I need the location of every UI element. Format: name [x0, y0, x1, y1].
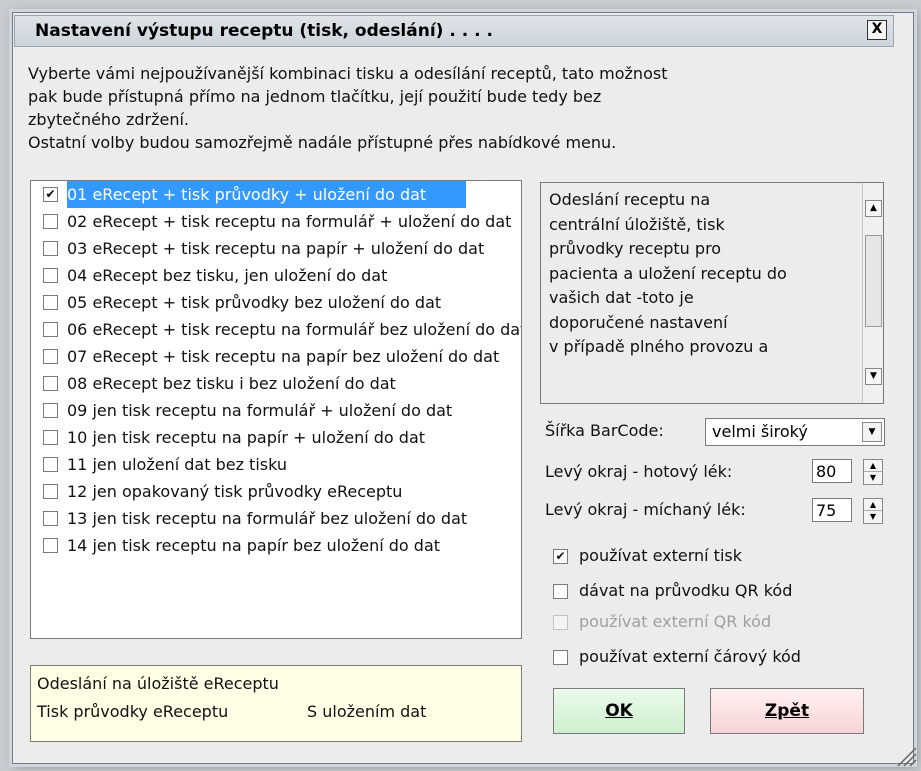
scroll-thumb[interactable] [865, 235, 882, 327]
spin-up-icon[interactable]: ▲ [864, 460, 882, 472]
description-text: Odeslání receptu na centrální úložiště, t… [549, 188, 849, 360]
list-item[interactable]: 13 jen tisk receptu na formulář bez ulož… [31, 505, 521, 532]
list-item[interactable]: 08 eRecept bez tisku i bez uložení do da… [31, 370, 521, 397]
description-line: doporučené nastavení [549, 312, 728, 332]
list-item[interactable]: 04 eRecept bez tisku, jen uložení do dat [31, 262, 521, 289]
output-mode-list[interactable]: ✔ 01 eRecept + tisk průvodky + uložení do… [30, 180, 522, 639]
checkbox[interactable]: ✔ [553, 549, 568, 564]
spin-down-icon[interactable]: ▼ [864, 472, 882, 483]
resize-grip-icon[interactable] [893, 743, 917, 767]
checkbox[interactable] [43, 349, 58, 364]
checkbox[interactable] [43, 268, 58, 283]
checkbox[interactable] [43, 376, 58, 391]
barcode-width-label: Šířka BarCode: [545, 421, 664, 440]
chevron-down-icon[interactable]: ▼ [862, 422, 882, 442]
margin-mixed-input[interactable]: 75 [812, 498, 852, 522]
barcode-width-select[interactable]: velmi široký ▼ [705, 418, 885, 446]
checkbox[interactable] [43, 430, 58, 445]
checkbox[interactable] [43, 538, 58, 553]
list-item[interactable]: 09 jen tisk receptu na formulář + uložen… [31, 397, 521, 424]
list-item-label: 03 eRecept + tisk receptu na papír + ulo… [67, 239, 485, 258]
description-line: centrální úložiště, tisk [549, 214, 725, 234]
list-item-label: 11 jen uložení dat bez tisku [67, 455, 288, 474]
close-button[interactable]: X [867, 20, 887, 40]
list-item[interactable]: 05 eRecept + tisk průvodky bez uložení d… [31, 289, 521, 316]
checkbox[interactable] [43, 511, 58, 526]
checkbox[interactable] [43, 403, 58, 418]
selection-summary: Odeslání na úložiště eReceptu Tisk průvo… [30, 665, 522, 742]
description-box: Odeslání receptu na centrální úložiště, t… [540, 182, 884, 404]
checkbox[interactable] [43, 241, 58, 256]
external-qr-label: používat externí QR kód [579, 612, 772, 631]
description-line: Odeslání receptu na [549, 190, 711, 209]
list-item-label: 06 eRecept + tisk receptu na formulář be… [67, 320, 521, 339]
list-item-label: 10 jen tisk receptu na papír + uložení d… [67, 428, 426, 447]
checkbox[interactable] [43, 457, 58, 472]
checkbox[interactable] [553, 584, 568, 599]
summary-line-save: S uložením dat [307, 702, 427, 721]
intro-line-2: pak bude přístupná přímo na jednom tlačí… [28, 87, 602, 106]
list-item[interactable]: ✔ 01 eRecept + tisk průvodky + uložení do… [31, 181, 521, 208]
checkbox[interactable] [43, 322, 58, 337]
list-item[interactable]: 10 jen tisk receptu na papír + uložení d… [31, 424, 521, 451]
external-barcode-label: používat externí čárový kód [579, 647, 801, 666]
description-line: pacienta a uložení receptu do [549, 263, 787, 283]
barcode-width-value: velmi široký [712, 422, 808, 441]
summary-line-print: Tisk průvodky eReceptu [37, 702, 229, 721]
list-item-label: 01 eRecept + tisk průvodky + uložení do … [67, 181, 467, 208]
list-item-label: 04 eRecept bez tisku, jen uložení do dat [67, 266, 388, 285]
margin-ready-stepper[interactable]: ▲ ▼ [863, 459, 883, 485]
intro-line-4: Ostatní volby budou samozřejmě nadále př… [28, 133, 617, 152]
intro-text: Vyberte vámi nejpoužívanější kombinaci t… [28, 62, 888, 154]
checkbox[interactable] [43, 214, 58, 229]
description-line: v případě plného provozu a [549, 337, 769, 356]
back-button[interactable]: Zpět [710, 688, 864, 734]
list-item-label: 02 eRecept + tisk receptu na formulář + … [67, 212, 512, 231]
margin-mixed-stepper[interactable]: ▲ ▼ [863, 498, 883, 524]
list-item[interactable]: 06 eRecept + tisk receptu na formulář be… [31, 316, 521, 343]
list-item-label: 07 eRecept + tisk receptu na papír bez u… [67, 347, 500, 366]
margin-ready-input[interactable]: 80 [812, 459, 852, 483]
checkbox[interactable] [43, 295, 58, 310]
scroll-down-icon[interactable]: ▼ [865, 368, 882, 385]
list-item[interactable]: 03 eRecept + tisk receptu na papír + ulo… [31, 235, 521, 262]
margin-ready-label: Levý okraj - hotový lék: [545, 462, 733, 481]
list-item-label: 13 jen tisk receptu na formulář bez ulož… [67, 509, 468, 528]
list-item[interactable]: 14 jen tisk receptu na papír bez uložení… [31, 532, 521, 559]
description-scrollbar[interactable]: ▲ ▼ [862, 183, 883, 403]
title-bar: Nastavení výstupu receptu (tisk, odeslán… [14, 15, 894, 47]
checkbox [553, 615, 568, 630]
dialog-title: Nastavení výstupu receptu (tisk, odeslán… [35, 21, 493, 41]
intro-line-1: Vyberte vámi nejpoužívanější kombinaci t… [28, 64, 668, 83]
description-line: vašich dat -toto je [549, 288, 694, 307]
list-item-label: 09 jen tisk receptu na formulář + uložen… [67, 401, 453, 420]
scroll-up-icon[interactable]: ▲ [865, 200, 882, 217]
description-line: průvodky receptu pro [549, 239, 722, 258]
checkbox[interactable] [553, 650, 568, 665]
list-item-label: 05 eRecept + tisk průvodky bez uložení d… [67, 293, 442, 312]
margin-mixed-label: Levý okraj - míchaný lék: [545, 500, 746, 519]
list-item-label: 14 jen tisk receptu na papír bez uložení… [67, 536, 441, 555]
qr-on-slip-label: dávat na průvodku QR kód [579, 581, 793, 600]
list-item[interactable]: 07 eRecept + tisk receptu na papír bez u… [31, 343, 521, 370]
list-item[interactable]: 12 jen opakovaný tisk průvodky eReceptu [31, 478, 521, 505]
ok-button[interactable]: OK [553, 688, 685, 734]
checkbox[interactable]: ✔ [43, 187, 58, 202]
external-print-label: používat externí tisk [579, 546, 742, 565]
list-item-label: 12 jen opakovaný tisk průvodky eReceptu [67, 482, 403, 501]
summary-line-send: Odeslání na úložiště eReceptu [37, 674, 279, 693]
spin-down-icon[interactable]: ▼ [864, 511, 882, 522]
list-item[interactable]: 11 jen uložení dat bez tisku [31, 451, 521, 478]
list-item-label: 08 eRecept bez tisku i bez uložení do da… [67, 374, 396, 393]
intro-line-3: zbytečného zdržení. [28, 110, 189, 129]
checkbox[interactable] [43, 484, 58, 499]
list-item[interactable]: 02 eRecept + tisk receptu na formulář + … [31, 208, 521, 235]
spin-up-icon[interactable]: ▲ [864, 499, 882, 511]
